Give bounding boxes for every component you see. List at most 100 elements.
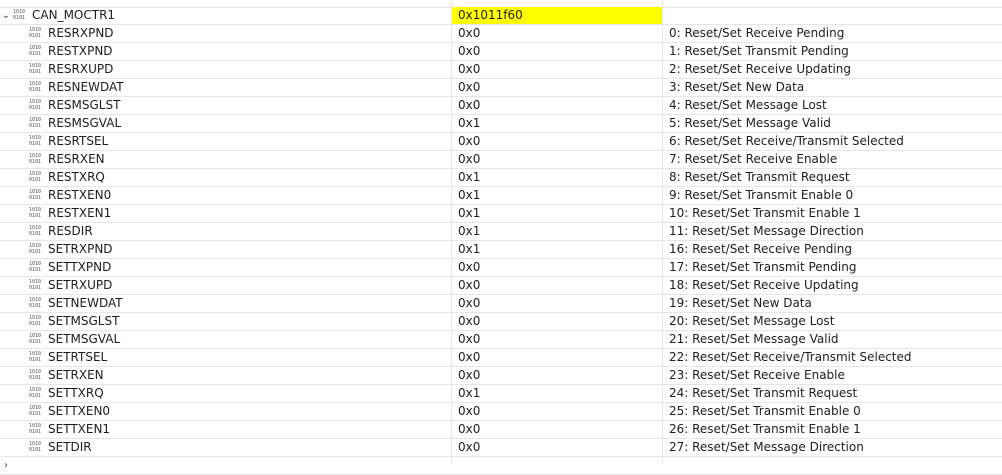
tree-row-field[interactable]: 1010 0101 RESRXEN 0x0 7: Reset/Set Receive E… — [0, 151, 1002, 169]
field-value[interactable]: 0x1 — [452, 205, 662, 222]
tree-row-field[interactable]: 1010 0101 SETRXEN 0x0 23: Reset/Set Receive … — [0, 367, 1002, 385]
field-value[interactable]: 0x0 — [452, 277, 662, 294]
binary-field-icon: 1010 0101 — [29, 45, 42, 57]
tree-row-clipped-bottom[interactable]: › — [0, 457, 1002, 475]
field-value[interactable]: 0x0 — [452, 97, 662, 114]
tree-row-field[interactable]: 1010 0101 RESMSGLST 0x0 4: Reset/Set Message… — [0, 97, 1002, 115]
tree-row-field[interactable]: 1010 0101 SETMSGLST 0x0 20: Reset/Set Messag… — [0, 313, 1002, 331]
tree-row-field[interactable]: 1010 0101 RESDIR 0x1 11: Reset/Set Message D… — [0, 223, 1002, 241]
field-name: SETRXEN — [48, 368, 104, 382]
field-value[interactable]: 0x0 — [452, 313, 662, 330]
tree-row-field[interactable]: 1010 0101 RESTXRQ 0x1 8: Reset/Set Transmit … — [0, 169, 1002, 187]
field-name: RESTXRQ — [48, 170, 105, 184]
field-value[interactable]: 0x0 — [452, 61, 662, 78]
field-name-cell: 1010 0101 RESTXPND — [0, 43, 451, 60]
tree-row-field[interactable]: 1010 0101 RESRTSEL 0x0 6: Reset/Set Receive/… — [0, 133, 1002, 151]
field-name-cell: 1010 0101 RESTXRQ — [0, 169, 451, 186]
field-value[interactable]: 0x0 — [452, 421, 662, 438]
binary-field-icon: 1010 0101 — [29, 153, 42, 165]
binary-field-icon: 1010 0101 — [29, 27, 42, 39]
tree-row-field[interactable]: 1010 0101 SETTXPND 0x0 17: Reset/Set Transmi… — [0, 259, 1002, 277]
field-name: RESTXPND — [48, 44, 113, 58]
binary-field-icon: 1010 0101 — [29, 225, 42, 237]
tree-row-field[interactable]: 1010 0101 RESRXPND 0x0 0: Reset/Set Receive … — [0, 25, 1002, 43]
tree-row-field[interactable]: 1010 0101 SETDIR 0x0 27: Reset/Set Message D… — [0, 439, 1002, 457]
field-description: 26: Reset/Set Transmit Enable 1 — [669, 422, 861, 436]
tree-row-field[interactable]: 1010 0101 SETRTSEL 0x0 22: Reset/Set Receive… — [0, 349, 1002, 367]
binary-field-icon: 1010 0101 — [29, 135, 42, 147]
binary-field-icon: 1010 0101 — [29, 387, 42, 399]
field-value[interactable]: 0x0 — [452, 43, 662, 60]
tree-row-field[interactable]: 1010 0101 RESTXEN1 0x1 10: Reset/Set Transmi… — [0, 205, 1002, 223]
field-value[interactable]: 0x1 — [452, 385, 662, 402]
field-name: RESRXEN — [48, 152, 105, 166]
field-value[interactable]: 0x0 — [452, 367, 662, 384]
field-description: 22: Reset/Set Receive/Transmit Selected — [669, 350, 912, 364]
field-value[interactable]: 0x0 — [452, 259, 662, 276]
tree-row-field[interactable]: 1010 0101 RESMSGVAL 0x1 5: Reset/Set Message… — [0, 115, 1002, 133]
binary-field-icon: 1010 0101 — [29, 351, 42, 363]
field-value[interactable]: 0x0 — [452, 439, 662, 456]
field-name-cell: 1010 0101 RESRXEN — [0, 151, 451, 168]
register-value[interactable]: 0x1011f60 — [452, 7, 662, 24]
field-value[interactable]: 0x1 — [452, 115, 662, 132]
tree-row-field[interactable]: 1010 0101 SETMSGVAL 0x0 21: Reset/Set Messag… — [0, 331, 1002, 349]
field-value[interactable]: 0x1 — [452, 223, 662, 240]
binary-field-icon: 1010 0101 — [29, 405, 42, 417]
register-name-cell: ⌄ 1010 0101 CAN_MOCTR1 — [0, 7, 451, 24]
binary-field-icon: 1010 0101 — [29, 207, 42, 219]
field-value[interactable]: 0x0 — [452, 151, 662, 168]
field-value[interactable]: 0x0 — [452, 25, 662, 42]
field-name-cell: 1010 0101 SETTXPND — [0, 259, 451, 276]
field-description: 1: Reset/Set Transmit Pending — [669, 44, 849, 58]
field-name-cell: 1010 0101 SETNEWDAT — [0, 295, 451, 312]
chevron-right-icon[interactable]: › — [0, 457, 12, 474]
field-description: 20: Reset/Set Message Lost — [669, 314, 835, 328]
tree-row-field[interactable]: 1010 0101 RESTXEN0 0x1 9: Reset/Set Transmit… — [0, 187, 1002, 205]
field-name: RESNEWDAT — [48, 80, 124, 94]
field-description: 18: Reset/Set Receive Updating — [669, 278, 859, 292]
field-name-cell: 1010 0101 RESMSGLST — [0, 97, 451, 114]
tree-row-register[interactable]: ⌄ 1010 0101 CAN_MOCTR1 0x1011f60 — [0, 7, 1002, 25]
tree-row-field[interactable]: 1010 0101 SETNEWDAT 0x0 19: Reset/Set New Da… — [0, 295, 1002, 313]
field-description: 5: Reset/Set Message Valid — [669, 116, 831, 130]
field-name-cell: 1010 0101 RESTXEN0 — [0, 187, 451, 204]
chevron-down-icon[interactable]: ⌄ — [0, 7, 12, 24]
field-value[interactable]: 0x0 — [452, 331, 662, 348]
field-description: 10: Reset/Set Transmit Enable 1 — [669, 206, 861, 220]
tree-row-field[interactable]: 1010 0101 RESTXPND 0x0 1: Reset/Set Transmit… — [0, 43, 1002, 61]
field-value[interactable]: 0x1 — [452, 241, 662, 258]
field-name-cell: 1010 0101 SETDIR — [0, 439, 451, 456]
tree-row-field[interactable]: 1010 0101 SETRXUPD 0x0 18: Reset/Set Receive… — [0, 277, 1002, 295]
field-value[interactable]: 0x0 — [452, 295, 662, 312]
field-name-cell: 1010 0101 SETRXEN — [0, 367, 451, 384]
field-value[interactable]: 0x1 — [452, 187, 662, 204]
field-name: SETRXPND — [48, 242, 113, 256]
binary-field-icon: 1010 0101 — [29, 243, 42, 255]
field-name: SETTXEN1 — [48, 422, 111, 436]
field-value[interactable]: 0x0 — [452, 133, 662, 150]
field-name: SETNEWDAT — [48, 296, 123, 310]
field-name: RESTXEN0 — [48, 188, 112, 202]
tree-row-field[interactable]: 1010 0101 SETTXEN1 0x0 26: Reset/Set Transmi… — [0, 421, 1002, 439]
field-description: 16: Reset/Set Receive Pending — [669, 242, 852, 256]
field-name-cell: 1010 0101 RESDIR — [0, 223, 451, 240]
binary-field-icon: 1010 0101 — [29, 261, 42, 273]
field-name: SETMSGLST — [48, 314, 120, 328]
field-value[interactable]: 0x1 — [452, 169, 662, 186]
field-name: SETRXUPD — [48, 278, 113, 292]
tree-row-field[interactable]: 1010 0101 SETRXPND 0x1 16: Reset/Set Receive… — [0, 241, 1002, 259]
binary-field-icon: 1010 0101 — [29, 369, 42, 381]
field-value[interactable]: 0x0 — [452, 349, 662, 366]
field-name: SETTXEN0 — [48, 404, 111, 418]
field-description: 9: Reset/Set Transmit Enable 0 — [669, 188, 854, 202]
field-description: 25: Reset/Set Transmit Enable 0 — [669, 404, 861, 418]
tree-row-field[interactable]: 1010 0101 SETTXRQ 0x1 24: Reset/Set Transmit… — [0, 385, 1002, 403]
field-value[interactable]: 0x0 — [452, 79, 662, 96]
binary-field-icon: 1010 0101 — [29, 189, 42, 201]
tree-row-field[interactable]: 1010 0101 SETTXEN0 0x0 25: Reset/Set Transmi… — [0, 403, 1002, 421]
tree-row-field[interactable]: 1010 0101 RESRXUPD 0x0 2: Reset/Set Receive … — [0, 61, 1002, 79]
field-value[interactable]: 0x0 — [452, 403, 662, 420]
tree-row-field[interactable]: 1010 0101 RESNEWDAT 0x0 3: Reset/Set New Dat… — [0, 79, 1002, 97]
field-description: 17: Reset/Set Transmit Pending — [669, 260, 857, 274]
